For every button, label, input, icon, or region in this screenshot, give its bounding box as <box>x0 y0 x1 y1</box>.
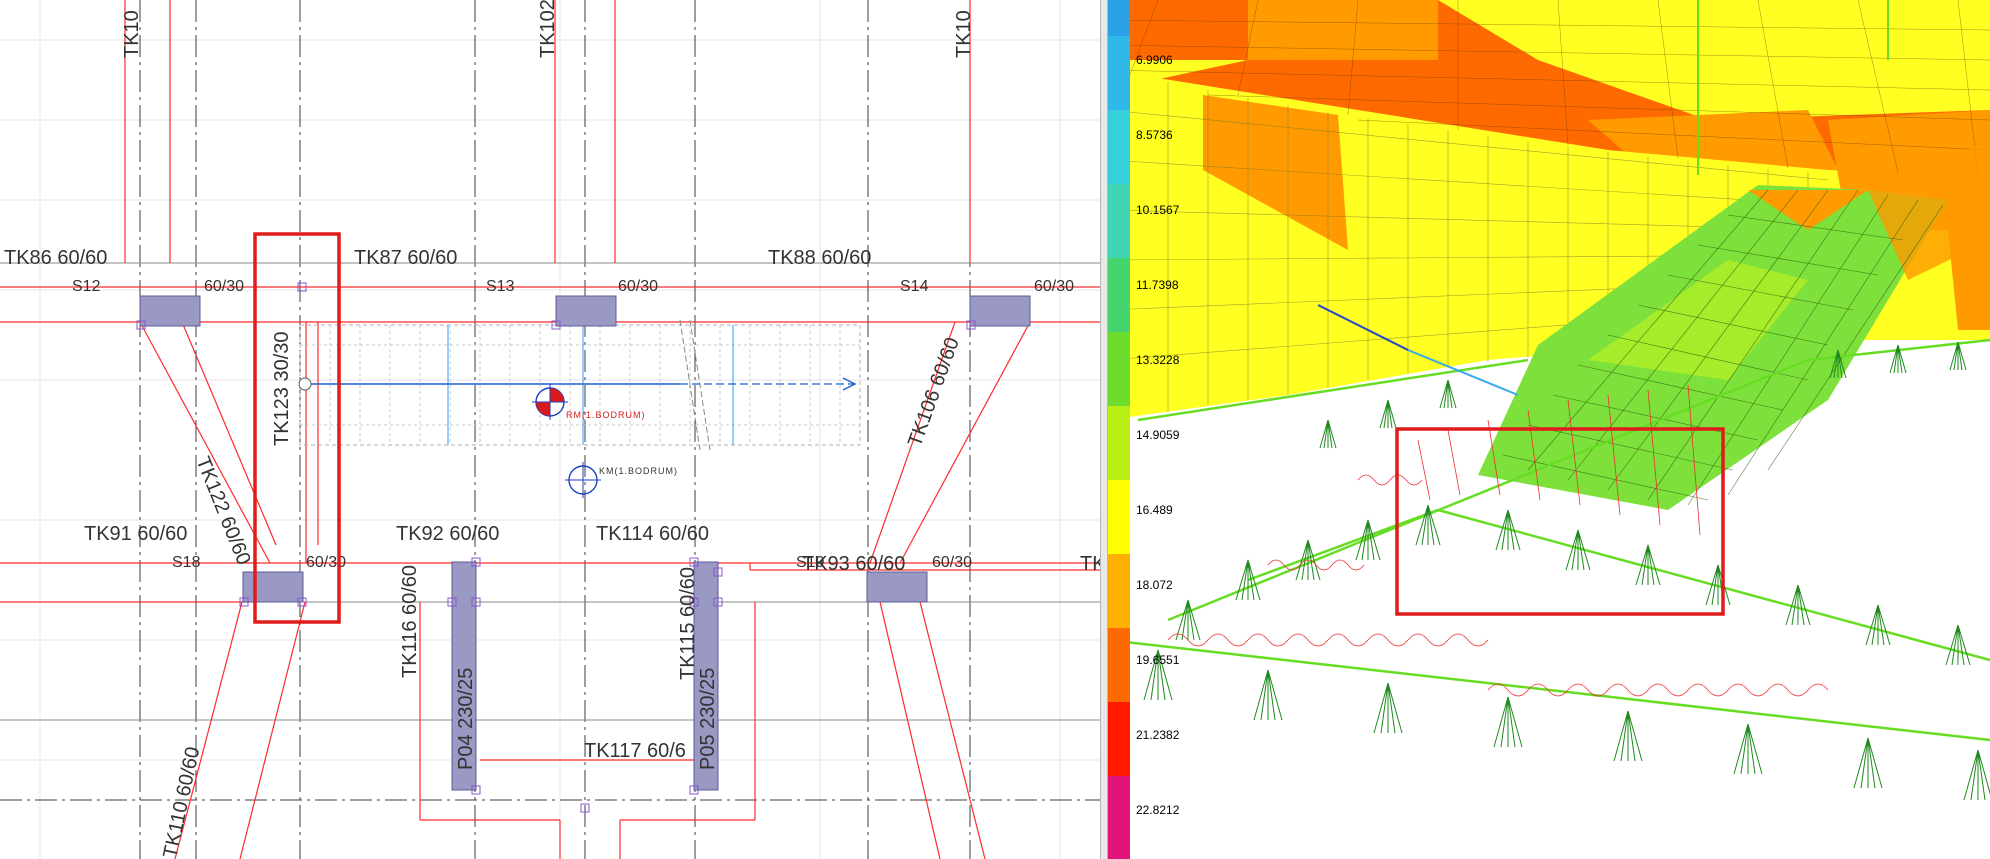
panel-divider[interactable] <box>1100 0 1108 859</box>
legend-value-2: 8.5736 <box>1136 128 1173 142</box>
fem-canvas[interactable]: 6.9906 8.5736 10.1567 11.7398 13.3228 14… <box>1108 0 1990 859</box>
beam-label-tk88: TK88 60/60 <box>768 247 871 269</box>
structural-plan-view[interactable]: RM(1.BODRUM) KM(1.BODRUM) TK86 60/60 TK8… <box>0 0 1100 859</box>
column-s18[interactable] <box>242 571 304 603</box>
column-label-s18: S18 <box>172 554 201 571</box>
beam-label-tk86: TK86 60/60 <box>4 247 107 269</box>
beam-label-tk-edge: TK <box>1080 553 1100 575</box>
beam-label-tk116: TK116 60/60 <box>399 565 421 678</box>
rm-marker[interactable]: RM(1.BODRUM) <box>532 384 646 420</box>
beam-label-tk101: TK10 <box>121 10 143 58</box>
wall-label-p04: P04 230/25 <box>455 668 477 770</box>
rm-label: RM(1.BODRUM) <box>566 410 646 420</box>
fem-analysis-view[interactable]: 6.9906 8.5736 10.1567 11.7398 13.3228 14… <box>1108 0 1990 859</box>
column-size-s12: 60/30 <box>204 278 244 295</box>
beam-label-tk123: TK123 30/30 <box>271 331 293 446</box>
column-s12[interactable] <box>139 295 201 327</box>
beam-label-tk115: TK115 60/60 <box>677 567 699 680</box>
legend-value-6: 14.9059 <box>1136 428 1180 442</box>
column-size-s19: 60/30 <box>932 554 972 571</box>
wall-label-p05: P05 230/25 <box>697 668 719 770</box>
plan-grid <box>0 0 1100 859</box>
legend-value-4: 11.7398 <box>1136 278 1179 292</box>
column-label-s19: S19 <box>796 554 825 571</box>
column-size-s14: 60/30 <box>1034 278 1074 295</box>
beam-label-tk91: TK91 60/60 <box>84 523 187 545</box>
beam-label-tk106: TK106 60/60 <box>904 335 964 450</box>
km-marker[interactable]: KM(1.BODRUM) <box>565 462 678 498</box>
stair-drawing <box>298 319 861 451</box>
legend-value-9: 19.6551 <box>1136 653 1180 667</box>
beam-label-tk102: TK102 <box>537 0 559 58</box>
beam-outlines <box>0 0 1100 859</box>
km-label: KM(1.BODRUM) <box>599 466 678 476</box>
legend-value-10: 21.2382 <box>1136 728 1180 742</box>
legend-value-5: 13.3228 <box>1136 353 1180 367</box>
legend-value-7: 16.489 <box>1136 503 1173 517</box>
beam-label-tk114: TK114 60/60 <box>596 523 709 545</box>
rotated-beam-labels: TK10 TK102 TK10 TK123 30/30 TK122 60/60 … <box>121 0 975 859</box>
beam-label-tk103: TK10 <box>953 10 975 58</box>
beam-label-tk87: TK87 60/60 <box>354 247 457 269</box>
legend-value-8: 18.072 <box>1136 578 1173 592</box>
beam-label-tk110: TK110 60/60 <box>159 745 204 859</box>
nodes <box>136 282 976 813</box>
column-label-s13: S13 <box>486 278 515 295</box>
legend-value-3: 10.1567 <box>1136 203 1180 217</box>
column-label-s14: S14 <box>900 278 929 295</box>
contour-legend: 6.9906 8.5736 10.1567 11.7398 13.3228 14… <box>1108 0 1180 859</box>
legend-value-11: 22.8212 <box>1136 803 1180 817</box>
legend-value-1: 6.9906 <box>1136 53 1173 67</box>
column-s19[interactable] <box>866 571 928 603</box>
column-size-s13: 60/30 <box>618 278 658 295</box>
column-s14[interactable] <box>969 295 1031 327</box>
plan-canvas[interactable]: RM(1.BODRUM) KM(1.BODRUM) TK86 60/60 TK8… <box>0 0 1100 859</box>
beam-label-tk117: TK117 60/6 <box>584 740 686 762</box>
column-label-s12: S12 <box>72 278 101 295</box>
column-s13[interactable] <box>555 295 617 327</box>
grid-lines <box>0 262 1100 721</box>
beam-label-tk92: TK92 60/60 <box>396 523 499 545</box>
axis-lines <box>0 0 1100 859</box>
